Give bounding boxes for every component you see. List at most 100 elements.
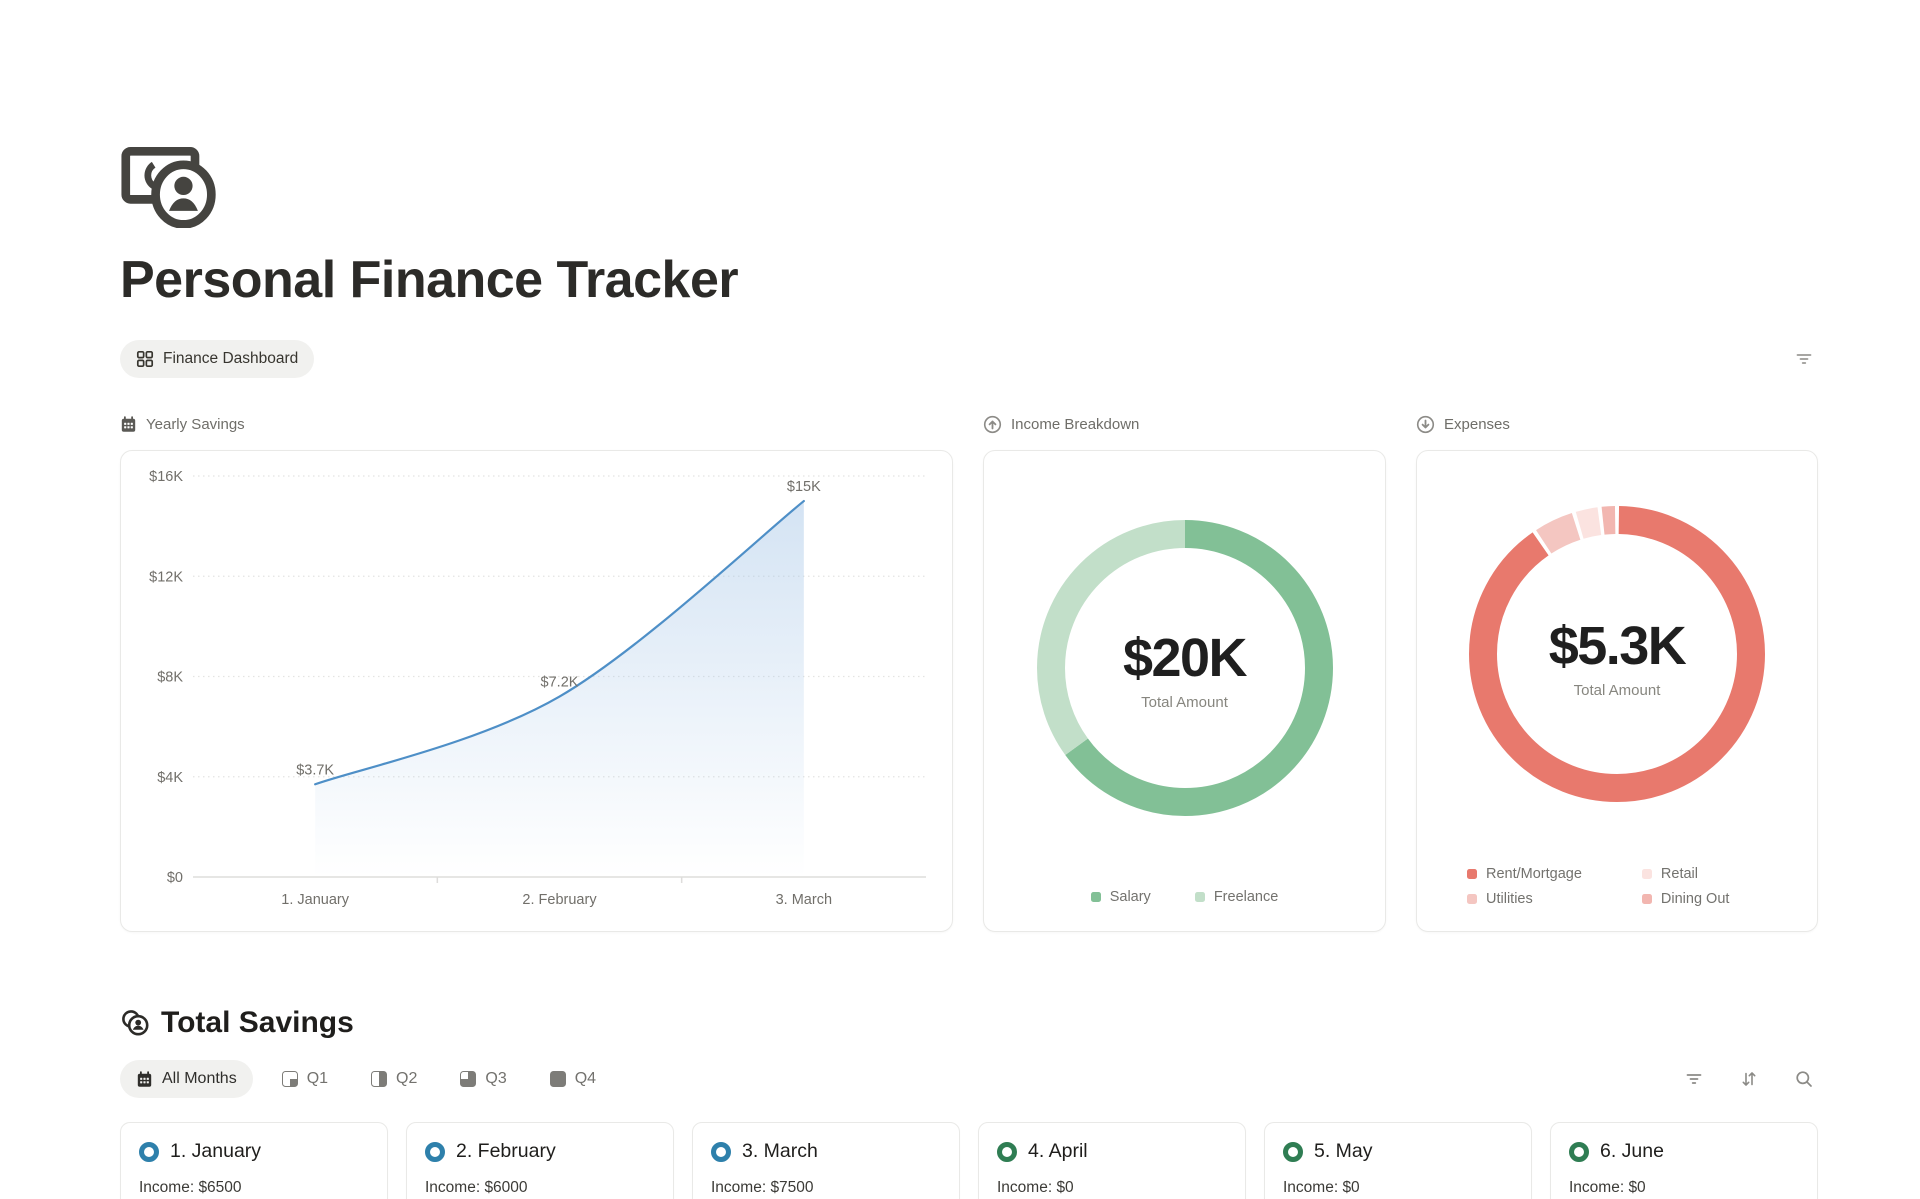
month-status-icon [139,1142,159,1162]
tab-label: Q4 [575,1070,596,1088]
search-icon[interactable] [1790,1065,1818,1093]
legend-label: Rent/Mortgage [1486,866,1582,882]
dashboard-charts: Yearly Savings $0$4K$8K$12K$16K1. Januar… [120,412,1818,932]
legend-swatch [1467,894,1477,904]
month-card-income: Income: $0 [997,1179,1227,1197]
month-card-header: 1. January [139,1140,369,1163]
svg-text:2. February: 2. February [522,892,597,908]
month-card[interactable]: 2. February Income: $6000 [406,1122,674,1199]
expenses-header: Expenses [1416,412,1818,436]
month-status-icon [425,1142,445,1162]
month-card[interactable]: 5. May Income: $0 [1264,1122,1532,1199]
svg-text:$0: $0 [167,870,183,886]
expenses-section: Expenses $5.3K Total Amount Rent/Mortgag… [1416,412,1818,932]
total-savings-title: Total Savings [161,1006,354,1040]
svg-text:$16K: $16K [149,469,183,485]
quarter-1-icon [282,1071,298,1087]
sort-icon[interactable] [1735,1065,1763,1093]
month-cards-row: 1. January Income: $6500 2. February Inc… [120,1122,1818,1199]
legend-item[interactable]: Freelance [1195,889,1278,905]
month-card-title: 4. April [1028,1140,1088,1163]
circle-arrow-up-icon [983,415,1002,434]
legend-swatch [1642,869,1652,879]
total-savings-heading: Total Savings [120,1006,1818,1040]
month-card-title: 3. March [742,1140,818,1163]
quarter-3-icon [460,1071,476,1087]
legend-swatch [1195,892,1205,902]
view-tab-label: Finance Dashboard [163,350,298,368]
month-card-income: Income: $0 [1569,1179,1799,1197]
tab-all-months[interactable]: All Months [120,1060,253,1098]
list-toolbar-icons [1680,1065,1818,1093]
month-card-title: 2. February [456,1140,556,1163]
svg-text:3. March: 3. March [776,892,832,908]
month-card[interactable]: 1. January Income: $6500 [120,1122,388,1199]
income-breakdown-card: $20K Total Amount SalaryFreelance [983,450,1386,932]
svg-text:$7.2K: $7.2K [541,675,579,691]
legend-swatch [1091,892,1101,902]
income-donut-chart [984,451,1385,931]
svg-text:$4K: $4K [157,770,183,786]
month-card-income: Income: $0 [1283,1179,1513,1197]
tab-q1[interactable]: Q1 [268,1060,342,1098]
income-breakdown-section: Income Breakdown $20K Total Amount Salar… [983,412,1386,932]
finance-tracker-page: Personal Finance Tracker Finance Dashboa… [0,140,1920,1199]
legend-swatch [1642,894,1652,904]
dashboard-grid-icon [136,350,154,368]
legend-item[interactable]: Rent/Mortgage [1467,866,1582,882]
filter-icon[interactable] [1680,1065,1708,1093]
chart-title: Income Breakdown [1011,416,1139,433]
view-toolbar: Finance Dashboard [120,340,1818,378]
chart-title: Yearly Savings [146,416,245,433]
legend-label: Utilities [1486,891,1533,907]
total-savings-toolbar: All Months Q1 Q2 Q3 Q4 [120,1060,1818,1098]
tab-q2[interactable]: Q2 [357,1060,431,1098]
month-card-header: 3. March [711,1140,941,1163]
view-tab-finance-dashboard[interactable]: Finance Dashboard [120,340,314,378]
month-status-icon [997,1142,1017,1162]
tab-label: Q2 [396,1070,417,1088]
month-status-icon [1569,1142,1589,1162]
legend-item[interactable]: Retail [1642,866,1730,882]
quarter-4-icon [550,1071,566,1087]
tab-label: Q1 [307,1070,328,1088]
month-card[interactable]: 3. March Income: $7500 [692,1122,960,1199]
calendar-icon [120,416,137,433]
month-card-header: 2. February [425,1140,655,1163]
legend-item[interactable]: Utilities [1467,891,1582,907]
month-card[interactable]: 6. June Income: $0 [1550,1122,1818,1199]
expenses-card: $5.3K Total Amount Rent/MortgageUtilitie… [1416,450,1818,932]
svg-text:$12K: $12K [149,569,183,585]
yearly-savings-header: Yearly Savings [120,412,953,436]
yearly-savings-card: $0$4K$8K$12K$16K1. January2. February3. … [120,450,953,932]
month-card[interactable]: 4. April Income: $0 [978,1122,1246,1199]
svg-text:$8K: $8K [157,670,183,686]
month-status-icon [711,1142,731,1162]
month-card-income: Income: $6000 [425,1179,655,1197]
legend-label: Salary [1110,889,1151,905]
expenses-donut-chart [1417,451,1817,931]
calendar-icon [136,1071,153,1088]
legend-item[interactable]: Dining Out [1642,891,1730,907]
legend-swatch [1467,869,1477,879]
circle-arrow-down-icon [1416,415,1435,434]
legend-label: Retail [1661,866,1698,882]
money-portrait-icon[interactable] [120,140,220,228]
tab-label: All Months [162,1070,237,1088]
month-card-income: Income: $6500 [139,1179,369,1197]
legend-label: Dining Out [1661,891,1730,907]
svg-text:$3.7K: $3.7K [296,762,334,778]
month-card-title: 6. June [1600,1140,1664,1163]
quarter-2-icon [371,1071,387,1087]
filter-icon[interactable] [1790,345,1818,373]
month-card-title: 5. May [1314,1140,1373,1163]
tab-q4[interactable]: Q4 [536,1060,610,1098]
yearly-savings-chart: $0$4K$8K$12K$16K1. January2. February3. … [121,451,952,931]
page-title: Personal Finance Tracker [120,250,1818,310]
income-breakdown-header: Income Breakdown [983,412,1386,436]
month-card-header: 4. April [997,1140,1227,1163]
month-card-header: 5. May [1283,1140,1513,1163]
tab-q3[interactable]: Q3 [446,1060,520,1098]
legend-item[interactable]: Salary [1091,889,1151,905]
expenses-legend: Rent/Mortgage Utilities Retail Dining Out [1467,861,1729,911]
